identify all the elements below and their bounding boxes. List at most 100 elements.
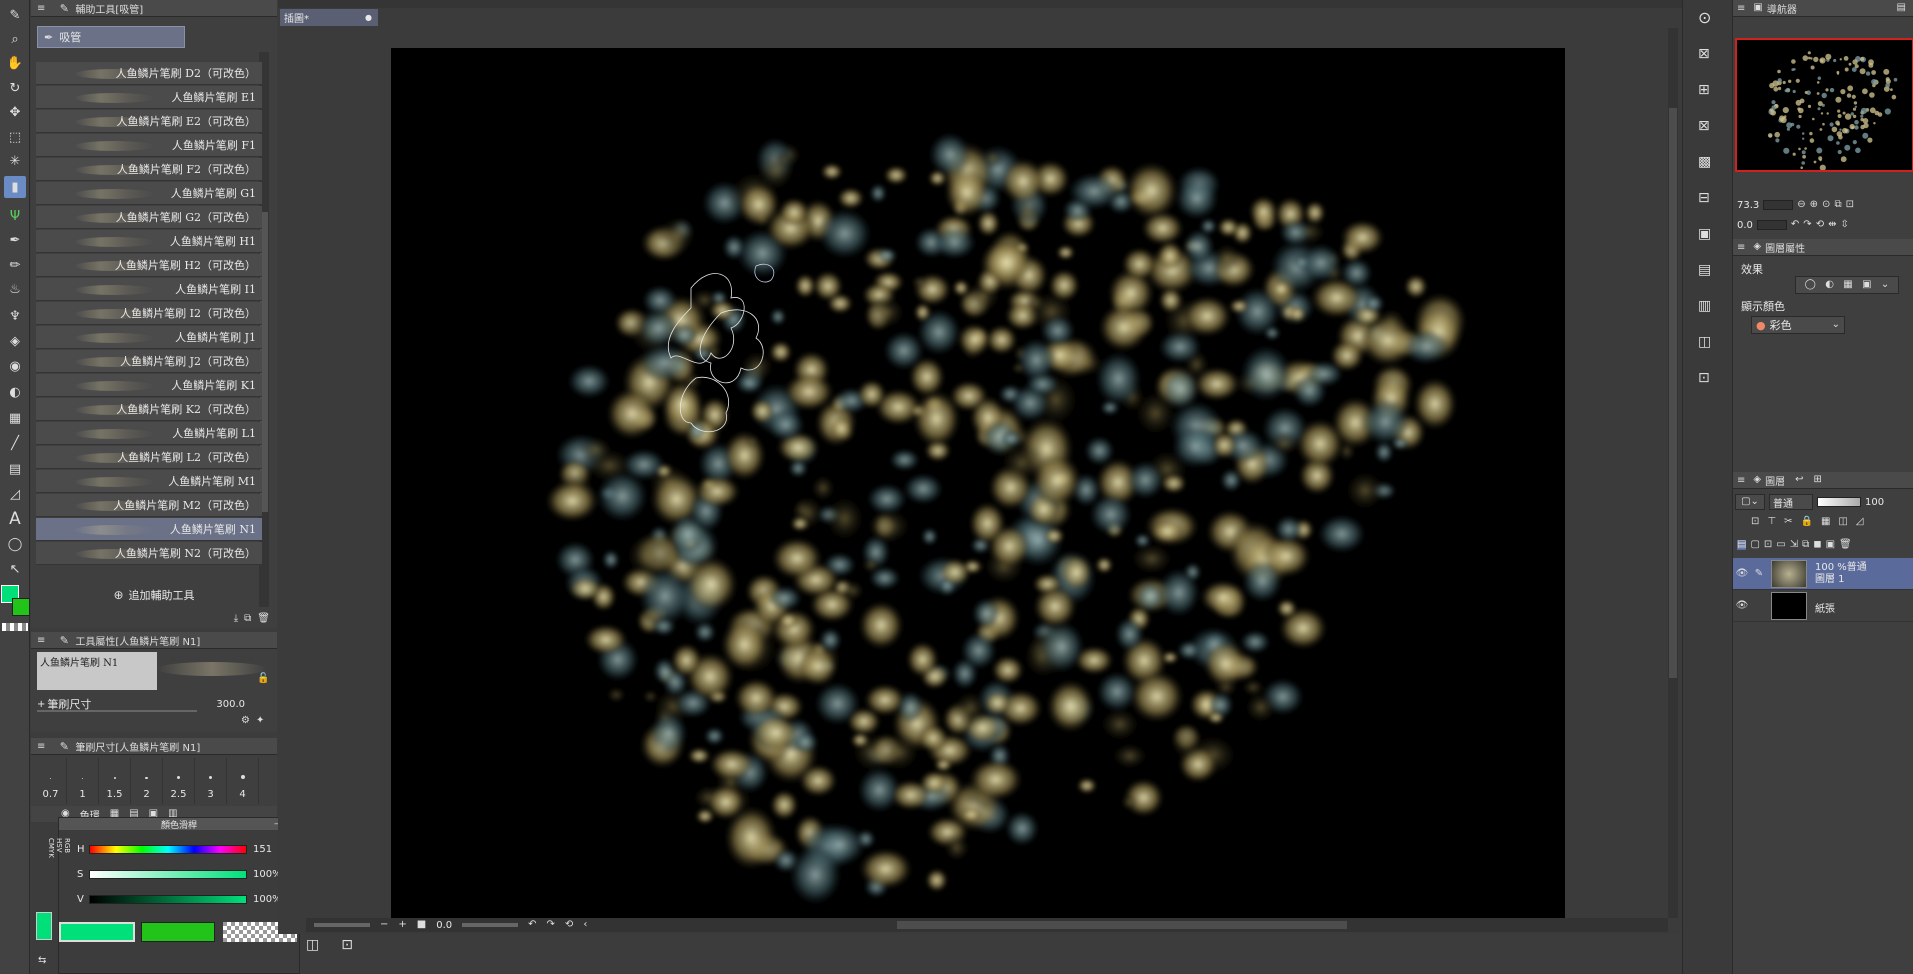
brush-item[interactable]: 人鱼鳞片笔刷 J1 — [36, 326, 262, 349]
gradient-icon[interactable]: ▦ — [4, 407, 26, 429]
brush-size-value[interactable]: 300.0 — [216, 699, 245, 710]
sub-color-chip[interactable] — [141, 922, 215, 942]
reference-icon[interactable]: ⊤ — [1767, 517, 1776, 527]
correct-line-icon[interactable]: ↖ — [4, 558, 26, 580]
color-mode-tabs[interactable]: RGB HSV CMYK — [47, 838, 71, 928]
brush-size-preset[interactable]: 1.5 — [99, 758, 131, 804]
rotate-left-icon[interactable]: ↶ — [528, 920, 536, 930]
saturation-slider[interactable] — [89, 870, 247, 879]
hue-slider[interactable] — [89, 845, 247, 854]
brush-item[interactable]: 人鱼鳞片笔刷 M2（可改色） — [36, 494, 262, 517]
brush-size-preset[interactable]: 1 — [67, 758, 99, 804]
flip-horizontal-icon[interactable]: ⇹ — [1828, 220, 1836, 230]
pencil-icon[interactable]: ✏ — [4, 254, 26, 276]
watercolor-effect-icon[interactable]: ◐ — [1825, 280, 1834, 290]
eyedropper-icon[interactable]: ▮ — [4, 176, 26, 198]
fill-icon[interactable]: ◐ — [4, 381, 26, 403]
copy-icon[interactable]: ⧉ — [244, 611, 251, 627]
mode-rgb[interactable]: RGB — [63, 838, 71, 928]
magnifier-icon[interactable]: ⌕ — [4, 28, 26, 50]
ruler-icon[interactable]: ◿ — [4, 483, 26, 505]
fit-navigator-icon[interactable]: ⊡ — [1846, 200, 1854, 210]
brush-item[interactable]: 人鱼鳞片笔刷 M1 — [36, 470, 262, 493]
navigator-zoom-value[interactable]: 73.3 — [1737, 200, 1759, 211]
rotate-icon[interactable]: ↻ — [4, 77, 26, 99]
swap-color-icon[interactable]: ⇆ — [38, 956, 46, 966]
delete-layer-icon[interactable]: 🗑 — [1839, 540, 1852, 550]
brush-item[interactable]: 人鱼鳞片笔刷 H2（可改色） — [36, 254, 262, 277]
dock-panel-1-icon[interactable]: ⊠ — [1698, 47, 1710, 61]
navigator-tab-2-icon[interactable]: ▤ — [1897, 3, 1906, 13]
navigator-rotate-slider[interactable] — [1756, 220, 1787, 230]
navigator-rotate-value[interactable]: 0.0 — [1737, 220, 1753, 231]
transfer-down-icon[interactable]: ⇲ — [1790, 540, 1798, 550]
zoom-slider[interactable] — [314, 923, 370, 927]
brush-size-preset[interactable]: 3 — [195, 758, 227, 804]
brush-size-preset[interactable]: 0.7 — [35, 758, 67, 804]
mask-icon[interactable]: ◫ — [1838, 517, 1847, 527]
dock-panel-3-icon[interactable]: ⊠ — [1698, 119, 1710, 133]
brush-size-preset[interactable]: 2.5 — [163, 758, 195, 804]
new-folder-icon[interactable]: ▭ — [1776, 540, 1785, 550]
frame-icon[interactable]: ▤ — [4, 458, 26, 480]
navigator-preview[interactable] — [1735, 38, 1913, 172]
hand-icon[interactable]: ✋ — [4, 52, 26, 74]
edit-target-icon[interactable]: ✎ — [1751, 568, 1767, 579]
zoom-in-icon[interactable]: ⊕ — [1810, 200, 1818, 210]
search-icon[interactable]: ⊙ — [1698, 10, 1711, 26]
opacity-slider[interactable] — [1817, 497, 1861, 507]
mode-hsv[interactable]: HSV — [55, 838, 63, 928]
horizontal-scrollbar[interactable] — [897, 921, 1348, 929]
layer-mode-icon[interactable]: ▤ — [1737, 540, 1747, 550]
layer-color-icon[interactable]: ▣ — [1862, 280, 1871, 290]
transparent-swatch[interactable] — [2, 623, 28, 631]
reset-rotation-icon[interactable]: ⟲ — [1816, 220, 1824, 230]
trash-icon[interactable]: 🗑 — [257, 611, 270, 627]
zoom-in-icon[interactable]: + — [398, 920, 406, 930]
magic-wand-icon[interactable]: ✳ — [4, 150, 26, 172]
vertical-scrollbar[interactable] — [1668, 28, 1678, 918]
h-value[interactable]: 151 — [253, 844, 272, 855]
draft-icon[interactable]: ✂ — [1784, 517, 1792, 527]
flip-vertical-icon[interactable]: ⇳ — [1840, 220, 1848, 230]
layer-mask-select[interactable]: ▢⌄ — [1735, 494, 1765, 510]
value-slider[interactable] — [89, 895, 247, 904]
brush-item[interactable]: 人鱼鳞片笔刷 D2（可改色） — [36, 62, 262, 85]
dock-panel-6-icon[interactable]: ▣ — [1698, 227, 1711, 241]
lock-transparent-icon[interactable]: ▦ — [1821, 517, 1830, 527]
layer-row[interactable]: 👁 紙張 — [1733, 590, 1913, 622]
brush-item[interactable]: 人鱼鳞片笔刷 K2（可改色） — [36, 398, 262, 421]
airbrush-icon[interactable]: ♨ — [4, 278, 26, 300]
dock-panel-9-icon[interactable]: ◫ — [1698, 335, 1711, 349]
tone-effect-icon[interactable]: ▦ — [1843, 280, 1852, 290]
active-tool-tab[interactable]: ✒ 吸管 — [37, 26, 185, 48]
grid-snap-icon[interactable]: ⊡ — [341, 938, 353, 952]
dock-panel-8-icon[interactable]: ▥ — [1698, 299, 1711, 313]
dock-panel-4-icon[interactable]: ▩ — [1698, 155, 1711, 169]
lock-icon[interactable]: 🔓 — [257, 674, 269, 684]
blend-mode-select[interactable]: 普通 — [1769, 494, 1813, 510]
text-icon[interactable]: A — [4, 508, 26, 530]
eraser-icon[interactable]: ◈ — [4, 330, 26, 352]
dock-panel-7-icon[interactable]: ▤ — [1698, 263, 1711, 277]
zoom-out-icon[interactable]: − — [380, 920, 388, 930]
sub-color-swatch[interactable] — [12, 598, 30, 616]
settings-icon[interactable]: ✦ — [256, 716, 264, 726]
brush-icon[interactable]: ✎ — [4, 4, 26, 26]
chevron-down-icon[interactable]: ⌄ — [1881, 280, 1889, 290]
wrench-icon[interactable]: ⚙ — [241, 716, 250, 726]
flip-icon[interactable]: ‹ — [583, 920, 587, 930]
auto-action-icon[interactable]: ⊞ — [1813, 475, 1821, 485]
layer-row[interactable]: 👁 ✎ 100 %普通 圖層 1 — [1733, 558, 1913, 590]
border-effect-icon[interactable]: ◯ — [1805, 280, 1816, 290]
brush-item[interactable]: 人鱼鳞片笔刷 F1 — [36, 134, 262, 157]
ruler-layer-icon[interactable]: ◿ — [1856, 517, 1864, 527]
brush-item[interactable]: 人鱼鳞片笔刷 I2（可改色） — [36, 302, 262, 325]
brush-item[interactable]: 人鱼鳞片笔刷 L2（可改色） — [36, 446, 262, 469]
brush-item[interactable]: 人鱼鳞片笔刷 J2（可改色） — [36, 350, 262, 373]
new-raster-layer-icon[interactable]: ▢ — [1750, 540, 1759, 550]
rotate-right-icon[interactable]: ↷ — [547, 920, 555, 930]
brush-item[interactable]: 人鱼鳞片笔刷 I1 — [36, 278, 262, 301]
canvas-tab[interactable]: 插圖* ● — [280, 9, 378, 26]
fit-window-icon[interactable]: ⧉ — [1834, 200, 1841, 210]
